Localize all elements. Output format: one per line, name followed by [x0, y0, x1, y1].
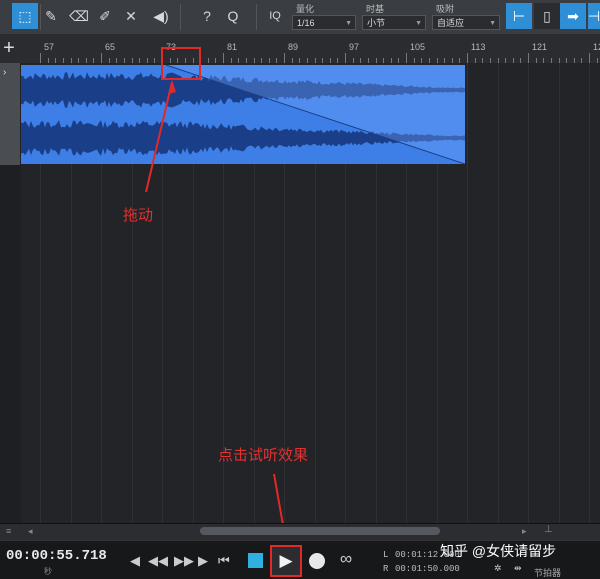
- prev-marker-icon[interactable]: ◀: [130, 553, 140, 569]
- settings-icon[interactable]: ✲: [494, 563, 502, 574]
- track-header[interactable]: ›: [0, 63, 21, 165]
- tempo-icon[interactable]: ⇹: [514, 563, 522, 574]
- quantize-select[interactable]: 1/16 ▼: [292, 15, 356, 30]
- snap-select[interactable]: 自适应 ▼: [432, 15, 500, 30]
- timeline-ruler[interactable]: 576573818997105113121129: [0, 34, 600, 64]
- scroll-thumb[interactable]: [200, 527, 440, 535]
- watermark: 知乎 @女侠请留步: [440, 543, 557, 559]
- grid-line: [558, 63, 560, 523]
- speaker-tool-icon[interactable]: ◀): [148, 3, 174, 29]
- ruler-label: 89: [288, 42, 299, 52]
- snap-right-icon[interactable]: ➡: [560, 3, 586, 29]
- ruler-label: 65: [105, 42, 116, 52]
- timebase-label: 时基: [366, 4, 385, 14]
- loop-icon[interactable]: ∞: [340, 549, 352, 569]
- ruler-label: 105: [410, 42, 426, 52]
- ruler-label: 113: [471, 42, 486, 52]
- return-to-zero-icon[interactable]: ⏮: [218, 553, 230, 569]
- ruler-label: 129: [593, 42, 600, 52]
- play-annotation: 点击试听效果: [218, 447, 309, 464]
- snap-grid-icon[interactable]: ▯: [534, 3, 560, 29]
- toolbar: ⬚ ✎ ⌫ ✐ ✕ ◀) ? Q IQ 量化 1/16 ▼ 时基 小节 ▼ 吸附 自…: [0, 0, 600, 35]
- ruler-tick: [223, 53, 224, 63]
- snap-end-icon[interactable]: ⊣: [588, 3, 600, 29]
- quantize-icon[interactable]: Q: [220, 3, 246, 29]
- ruler-tick: [101, 53, 102, 63]
- paint-tool-icon[interactable]: ✐: [92, 3, 118, 29]
- drag-annotation: 拖动: [123, 207, 154, 224]
- ruler-tick: [589, 53, 590, 63]
- zoom-slider-icon[interactable]: ⊥: [544, 524, 553, 535]
- add-track-icon[interactable]: +: [0, 36, 18, 60]
- snap-left-icon[interactable]: ⊢: [506, 3, 532, 29]
- arrow-tool-icon[interactable]: ⬚: [12, 3, 38, 29]
- ruler-label: 97: [349, 42, 360, 52]
- metronome-label[interactable]: 节拍器: [534, 566, 561, 579]
- fast-forward-icon[interactable]: ▶▶: [174, 553, 194, 569]
- loop-r-label: R: [383, 564, 389, 574]
- ruler-tick: [40, 53, 41, 63]
- timebase-select[interactable]: 小节 ▼: [362, 15, 426, 30]
- ruler-tick: [345, 53, 346, 63]
- fade-handle-highlight: [161, 47, 201, 80]
- time-unit-label: 秒: [44, 567, 52, 576]
- grid-line: [589, 63, 590, 523]
- audio-clip[interactable]: [21, 65, 465, 164]
- grid-line: [467, 63, 468, 523]
- grid-line: [528, 63, 529, 523]
- grid-line: [497, 63, 499, 523]
- record-button[interactable]: [309, 553, 325, 569]
- loop-end-time[interactable]: 00:01:50.000: [395, 564, 460, 574]
- scroll-right-icon[interactable]: ▸: [522, 526, 527, 537]
- play-button-highlight: [270, 545, 302, 577]
- iq-button[interactable]: IQ: [262, 3, 288, 29]
- scroll-left-icon[interactable]: ◂: [28, 526, 33, 537]
- snap-label: 吸附: [436, 4, 455, 14]
- eraser-tool-icon[interactable]: ⌫: [66, 3, 92, 29]
- time-display[interactable]: 00:00:55.718: [6, 548, 107, 564]
- chevron-down-icon: ▼: [415, 20, 422, 27]
- menu-icon[interactable]: ≡: [6, 526, 11, 536]
- ruler-label: 121: [532, 42, 548, 52]
- pencil-tool-icon[interactable]: ✎: [38, 3, 64, 29]
- ruler-tick: [467, 53, 468, 63]
- chevron-down-icon: ▼: [489, 20, 496, 27]
- loop-l-label: L: [383, 550, 389, 560]
- waveform: [21, 65, 465, 164]
- rewind-icon[interactable]: ◀◀: [148, 553, 168, 569]
- ruler-tick: [528, 53, 529, 63]
- ruler-tick: [406, 53, 407, 63]
- ruler-tick: [284, 53, 285, 63]
- mute-tool-icon[interactable]: ✕: [118, 3, 144, 29]
- track-expand-icon[interactable]: ›: [3, 67, 6, 78]
- ruler-label: 57: [44, 42, 55, 52]
- next-marker-icon[interactable]: ▶: [198, 553, 208, 569]
- stop-button[interactable]: [248, 553, 263, 568]
- ruler-label: 81: [227, 42, 238, 52]
- chevron-down-icon: ▼: [345, 20, 352, 27]
- drag-arrow: [145, 80, 176, 193]
- quantize-label: 量化: [296, 4, 315, 14]
- help-icon[interactable]: ?: [194, 3, 220, 29]
